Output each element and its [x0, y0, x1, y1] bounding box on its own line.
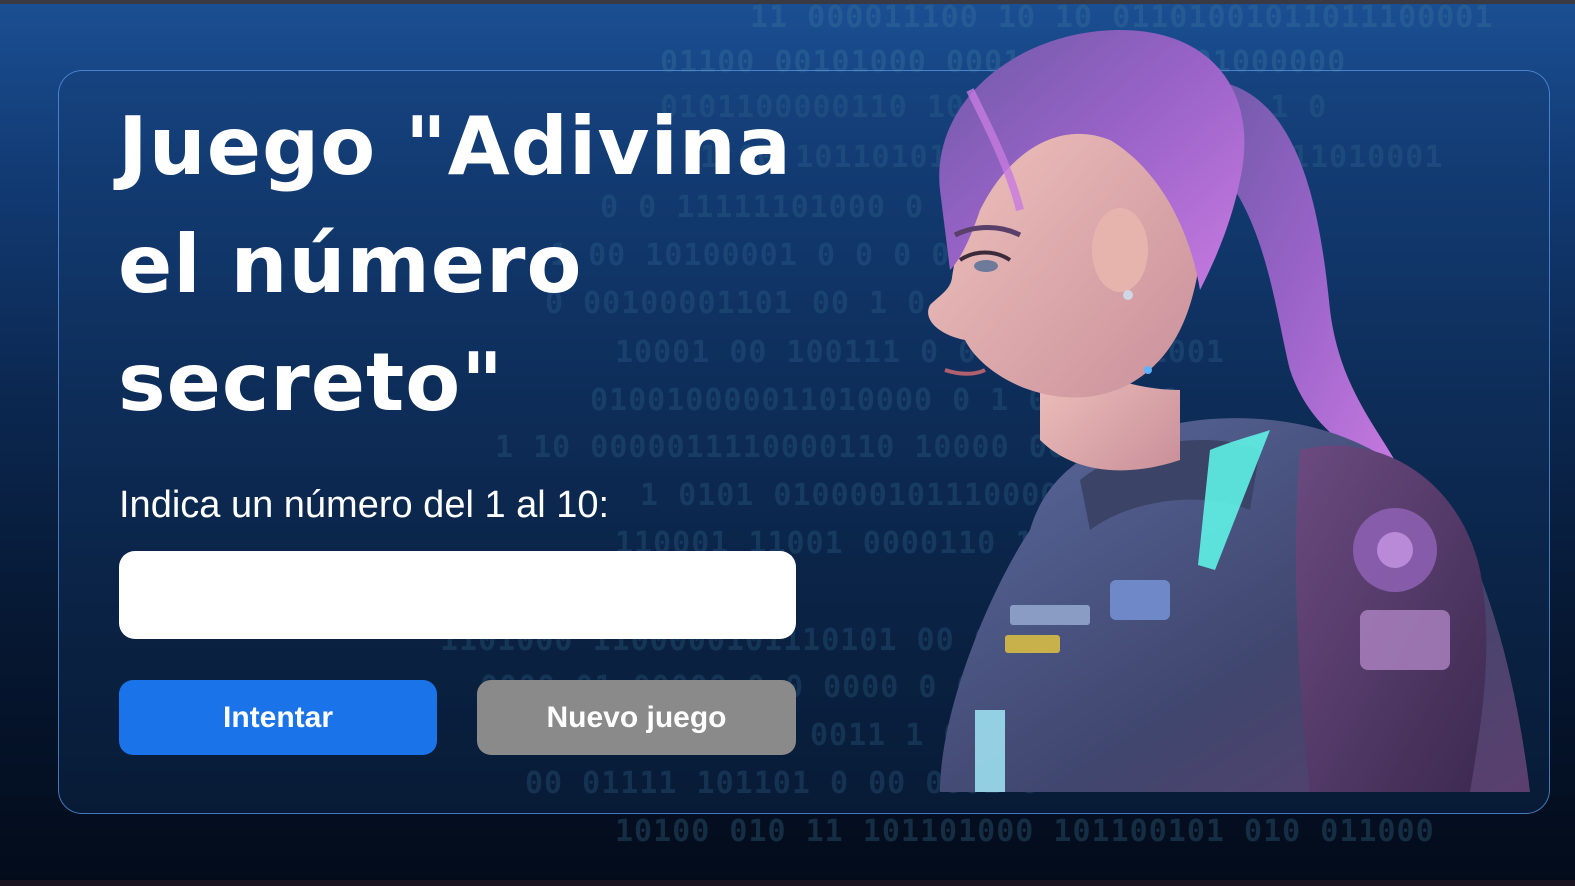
window-top-strip	[0, 0, 1575, 4]
new-game-button[interactable]: Nuevo juego	[477, 680, 796, 755]
woman-astronaut-illustration	[880, 10, 1540, 792]
number-prompt-label: Indica un número del 1 al 10:	[119, 484, 610, 526]
game-title: Juego "Adivina el número secreto"	[118, 100, 792, 429]
try-button[interactable]: Intentar	[119, 680, 437, 755]
window-bottom-strip	[0, 880, 1575, 886]
number-input[interactable]	[119, 551, 796, 639]
binary-line: 10100 010 11 101101000 101100101 010 011…	[615, 814, 1435, 849]
